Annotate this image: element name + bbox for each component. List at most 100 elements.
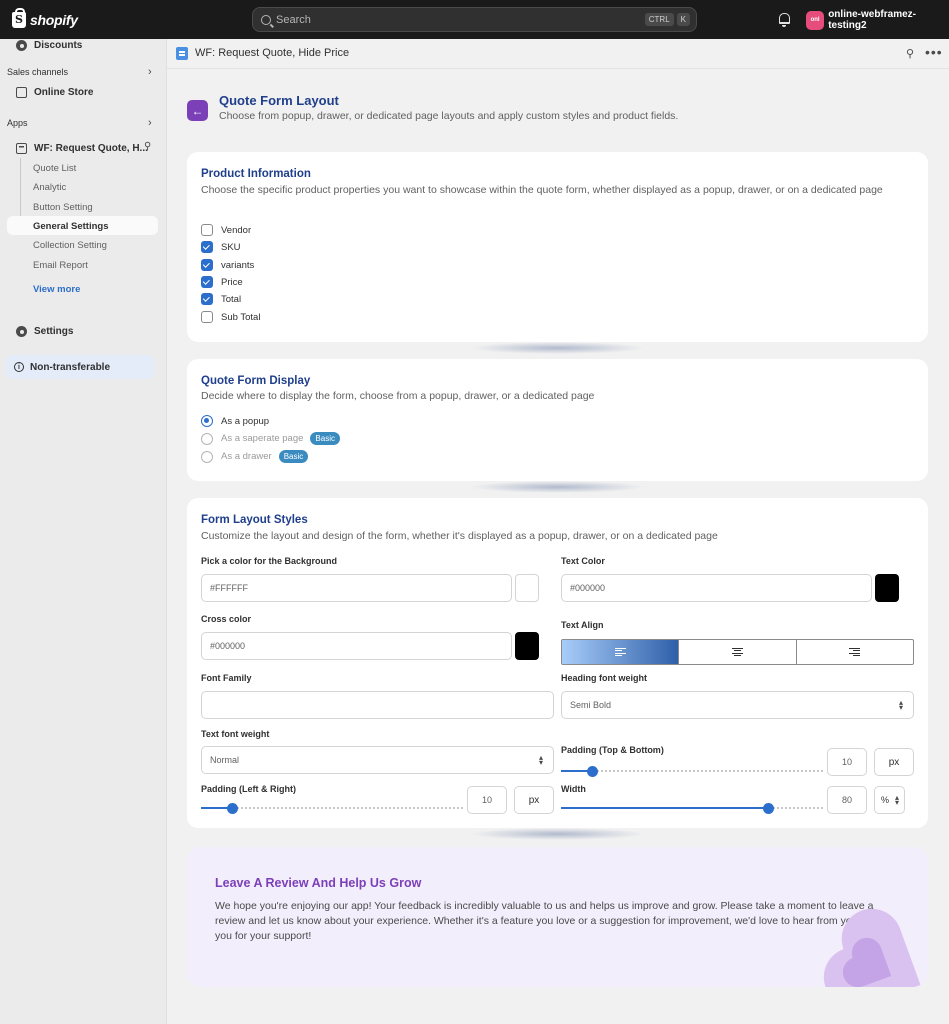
sidebar-item-analytic[interactable]: Analytic xyxy=(33,182,66,193)
chevron-right-icon[interactable]: › xyxy=(148,66,152,78)
bell-icon[interactable] xyxy=(779,13,790,27)
radio-label: As a drawer xyxy=(221,451,272,462)
card-description: Customize the layout and design of the f… xyxy=(201,530,718,542)
width-label: Width xyxy=(561,784,586,794)
cross-color-input[interactable]: #000000 xyxy=(201,632,512,660)
pin-icon[interactable]: ⚲ xyxy=(906,47,914,60)
cross-color-swatch[interactable] xyxy=(515,632,539,660)
padding-tb-unit[interactable]: px xyxy=(874,748,914,776)
sidebar-item-general-settings[interactable]: General Settings xyxy=(33,221,109,232)
checkbox-sub-total[interactable]: Sub Total xyxy=(201,311,260,323)
sidebar-item-email-report[interactable]: Email Report xyxy=(33,260,88,271)
radio[interactable] xyxy=(201,432,213,445)
text-weight-select[interactable]: Normal ▴ ▾ xyxy=(201,746,554,774)
radio[interactable] xyxy=(201,415,213,427)
app-icon xyxy=(176,47,188,60)
card-title: Product Information xyxy=(201,168,311,180)
text-color-input[interactable]: #000000 xyxy=(561,574,872,602)
font-family-input[interactable] xyxy=(201,691,554,719)
chevron-right-icon[interactable]: › xyxy=(148,117,152,129)
checkbox-sku[interactable]: SKU xyxy=(201,241,241,253)
align-center-button[interactable] xyxy=(679,640,797,664)
store-switcher[interactable]: onl online-webframez-testing2 xyxy=(806,9,949,31)
text-align-label: Text Align xyxy=(561,620,604,630)
back-button[interactable]: ← xyxy=(187,100,208,121)
background-color-input[interactable]: #FFFFFF xyxy=(201,574,512,602)
search-bar[interactable]: CTRL K xyxy=(252,7,697,32)
sidebar-item-app[interactable]: WF: Request Quote, H... xyxy=(16,143,148,154)
sidebar-item-discounts[interactable]: Discounts xyxy=(16,40,82,51)
top-bar: shopify CTRL K onl online-webframez-test… xyxy=(0,0,949,39)
sidebar-item-label: Discounts xyxy=(34,40,83,51)
padding-lr-label: Padding (Left & Right) xyxy=(201,784,296,794)
search-input[interactable] xyxy=(276,13,642,26)
sidebar-item-settings[interactable]: Settings xyxy=(16,326,73,337)
padding-tb-slider[interactable] xyxy=(561,764,823,778)
plan-badge: Basic xyxy=(310,432,340,445)
shopify-logo[interactable]: shopify xyxy=(12,8,78,30)
width-input[interactable]: 80 xyxy=(827,786,867,814)
padding-tb-input[interactable]: 10 xyxy=(827,748,867,776)
logo-text: shopify xyxy=(30,12,78,28)
text-color-swatch[interactable] xyxy=(875,574,899,602)
pin-icon[interactable]: ⚲ xyxy=(144,141,151,152)
sidebar-item-online-store[interactable]: Online Store xyxy=(16,87,93,98)
align-left-button[interactable] xyxy=(562,640,680,664)
text-color-label: Text Color xyxy=(561,556,605,566)
checkbox-total[interactable]: Total xyxy=(201,293,241,305)
radio-popup[interactable]: As a popup xyxy=(201,415,269,427)
discount-icon xyxy=(16,40,27,51)
checkbox[interactable] xyxy=(201,293,213,305)
select-arrow-icon: ▴ ▾ xyxy=(894,793,899,807)
checkbox-label: Sub Total xyxy=(221,311,261,323)
padding-tb-label: Padding (Top & Bottom) xyxy=(561,745,664,755)
sidebar-item-button-setting[interactable]: Button Setting xyxy=(33,202,93,213)
checkbox-variants[interactable]: variants xyxy=(201,259,254,271)
padding-lr-slider[interactable] xyxy=(201,801,463,815)
checkbox[interactable] xyxy=(201,276,213,288)
checkbox[interactable] xyxy=(201,224,213,236)
card-title: Form Layout Styles xyxy=(201,514,308,526)
kbd-ctrl: CTRL xyxy=(644,13,674,26)
background-color-swatch[interactable] xyxy=(515,574,539,602)
padding-lr-input[interactable]: 10 xyxy=(467,786,507,814)
slider-knob[interactable] xyxy=(587,766,598,777)
sidebar-item-collection-setting[interactable]: Collection Setting xyxy=(33,240,107,251)
card-shadow xyxy=(470,828,645,840)
width-unit-select[interactable]: % ▴ ▾ xyxy=(874,786,905,814)
slider-knob[interactable] xyxy=(227,803,238,814)
info-icon: i xyxy=(14,362,24,372)
more-actions-icon[interactable]: ••• xyxy=(925,44,943,60)
radio-label: As a popup xyxy=(221,415,270,427)
checkbox-vendor[interactable]: Vendor xyxy=(201,224,251,236)
checkbox[interactable] xyxy=(201,241,213,253)
text-weight-label: Text font weight xyxy=(201,729,270,739)
checkbox-price[interactable]: Price xyxy=(201,276,243,288)
form-layout-styles-card: Form Layout Styles Customize the layout … xyxy=(187,498,928,828)
heading-weight-label: Heading font weight xyxy=(561,673,647,683)
align-right-button[interactable] xyxy=(797,640,913,664)
non-transferable-banner[interactable]: i Non-transferable xyxy=(6,355,154,379)
radio[interactable] xyxy=(201,450,213,463)
sales-channels-heading: Sales channels xyxy=(7,67,69,77)
radio-separate-page[interactable]: As a saperate page Basic xyxy=(201,432,340,445)
font-family-label: Font Family xyxy=(201,673,252,683)
checkbox[interactable] xyxy=(201,311,213,323)
slider-knob[interactable] xyxy=(763,803,774,814)
store-icon xyxy=(16,87,27,98)
checkbox-label: variants xyxy=(221,259,255,271)
page-subtitle: Choose from popup, drawer, or dedicated … xyxy=(219,110,679,122)
slider-track xyxy=(201,807,463,809)
search-icon xyxy=(261,14,271,25)
review-card: Leave A Review And Help Us Grow We hope … xyxy=(187,847,928,987)
heading-weight-select[interactable]: Semi Bold ▴ ▾ xyxy=(561,691,914,719)
radio-drawer[interactable]: As a drawer Basic xyxy=(201,450,309,463)
card-shadow xyxy=(470,481,645,493)
padding-lr-unit[interactable]: px xyxy=(514,786,554,814)
sidebar-item-quote-list[interactable]: Quote List xyxy=(33,163,76,174)
checkbox[interactable] xyxy=(201,259,213,271)
checkbox-label: Price xyxy=(221,276,243,288)
width-slider[interactable] xyxy=(561,801,823,815)
quote-form-display-card: Quote Form Display Decide where to displ… xyxy=(187,359,928,481)
view-more-link[interactable]: View more xyxy=(33,284,80,295)
